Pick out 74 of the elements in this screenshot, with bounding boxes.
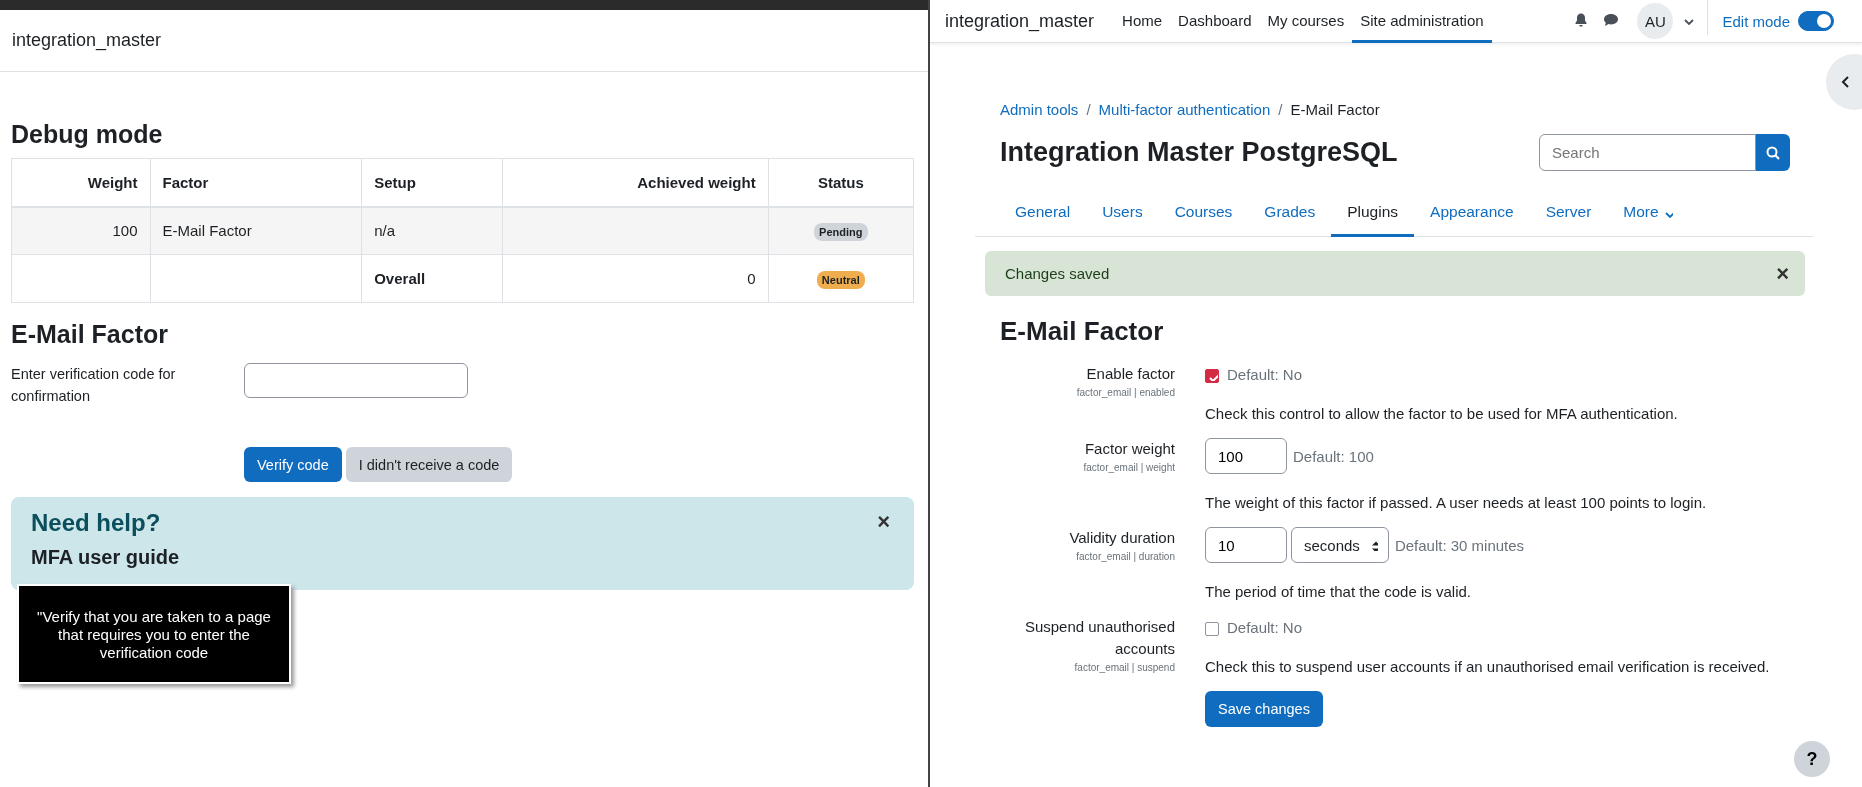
default-value: Default: 30 minutes xyxy=(1394,536,1525,554)
text-input-field[interactable]: 10 xyxy=(1205,527,1287,563)
setting-label: Factor weight xyxy=(1083,439,1175,459)
site-name[interactable]: integration_master xyxy=(945,0,1095,42)
section-heading: E-Mail Factor xyxy=(1000,316,1165,347)
guide-link[interactable]: MFA user guide xyxy=(31,546,180,569)
breadcrumb-current: E-Mail Factor xyxy=(1290,101,1380,118)
nav-link[interactable]: Dashboard xyxy=(1170,0,1260,43)
tab[interactable]: Plugins xyxy=(1331,191,1415,237)
setting-label: Enable factor xyxy=(1085,364,1175,384)
setting-key: factor_email | suspend xyxy=(1000,662,1175,673)
column-header: Weight xyxy=(11,158,150,207)
search-field[interactable]: Search xyxy=(1539,134,1756,171)
verify-button[interactable]: Verify code xyxy=(244,447,342,482)
column-header: Achieved weight xyxy=(502,158,769,207)
table-cell: n/a xyxy=(374,222,396,240)
site-name[interactable]: integration_master xyxy=(12,30,162,51)
default-value: Default: No xyxy=(1227,365,1303,383)
table-cell: 0 xyxy=(747,270,756,287)
tab[interactable]: Grades xyxy=(1248,191,1332,237)
setting-key: factor_email | duration xyxy=(1000,551,1175,562)
column-header: Factor xyxy=(150,158,362,207)
edit-mode-label: Edit mode xyxy=(1722,12,1790,30)
tooltip: "Verify that you are taken to a page that requires you to enter the verification code xyxy=(17,584,291,684)
nav-link[interactable]: Site administration xyxy=(1352,0,1492,43)
table-cell: E-Mail Factor xyxy=(162,222,252,240)
tab[interactable]: Courses xyxy=(1158,191,1249,237)
text-input-field[interactable]: 100 xyxy=(1205,438,1287,474)
nav-link[interactable]: Home xyxy=(1114,0,1171,43)
tab[interactable]: Server xyxy=(1529,191,1608,237)
setting-label: Validity duration xyxy=(1068,528,1175,548)
section-heading: E-Mail Factor xyxy=(11,320,169,349)
setting-key: factor_email | enabled xyxy=(1000,387,1175,398)
table-cell: Overall xyxy=(374,270,426,287)
column-header: Status xyxy=(768,158,914,207)
default-value: Default: No xyxy=(1227,618,1303,636)
checkbox[interactable] xyxy=(1205,621,1219,636)
breadcrumb-link[interactable]: Admin tools xyxy=(1000,101,1079,118)
tab[interactable]: Users xyxy=(1086,191,1159,237)
default-value: Default: 100 xyxy=(1293,447,1374,465)
tab[interactable]: More xyxy=(1607,191,1689,237)
help-title: Need help? xyxy=(31,509,162,537)
table-cell: 100 xyxy=(112,222,138,240)
resend-button[interactable]: I didn't receive a code xyxy=(345,447,513,482)
section-heading: Debug mode xyxy=(11,120,164,149)
status-badge: Neutral xyxy=(816,271,865,289)
alert-message: Changes saved xyxy=(1005,265,1110,282)
setting-description: Check this control to allow the factor to be used for MFA authentication. xyxy=(1205,405,1679,422)
user-avatar[interactable]: AU xyxy=(1637,3,1674,39)
setting-description: The period of time that the code is valid. xyxy=(1205,583,1472,600)
checkbox[interactable] xyxy=(1205,368,1219,383)
setting-key: factor_email | weight xyxy=(1000,462,1175,473)
edit-mode-toggle[interactable] xyxy=(1798,11,1834,31)
breadcrumb-link[interactable]: Multi-factor authentication xyxy=(1098,101,1271,118)
breadcrumb-separator: / xyxy=(1086,101,1091,118)
close-button[interactable]: × xyxy=(873,509,894,535)
nav-link[interactable]: My courses xyxy=(1259,0,1353,43)
setting-description: The weight of this factor if passed. A user needs at least 100 points to login. xyxy=(1205,494,1708,511)
breadcrumb-separator: / xyxy=(1278,101,1283,118)
search-button[interactable] xyxy=(1756,134,1790,171)
page-title: Integration Master PostgreSQL xyxy=(1000,137,1398,168)
close-button[interactable]: × xyxy=(1772,260,1793,287)
field-label: Enter verification code for confirmation xyxy=(11,365,177,406)
setting-description: Check this to suspend user accounts if an unauthorised email verification is received. xyxy=(1205,658,1771,675)
code-input-field[interactable] xyxy=(244,363,468,398)
tab[interactable]: General xyxy=(999,191,1087,237)
setting-label: Suspend unauthorised accounts xyxy=(1023,617,1175,659)
column-header: Setup xyxy=(361,158,503,207)
status-badge: Pending xyxy=(814,223,868,242)
search-icon xyxy=(1765,144,1781,161)
tab[interactable]: Appearance xyxy=(1414,191,1530,237)
save-button[interactable]: Save changes xyxy=(1205,691,1323,727)
unit-dropdown[interactable]: seconds xyxy=(1291,527,1389,563)
help-button[interactable]: ? xyxy=(1794,741,1830,777)
